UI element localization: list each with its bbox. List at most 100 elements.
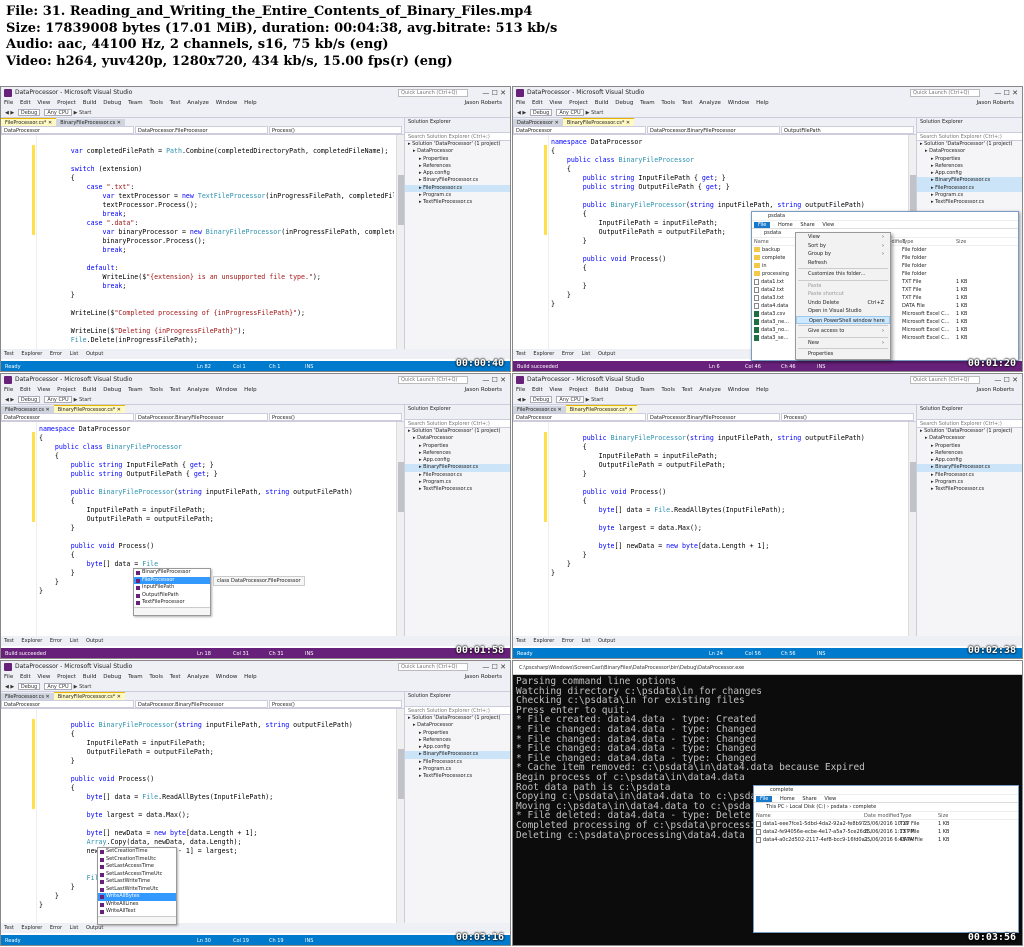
solution-search-input[interactable]: Search Solution Explorer (Ctrl+;) bbox=[405, 133, 510, 141]
tree-node[interactable]: ▸ App.config bbox=[917, 457, 1022, 464]
nav-dropdown[interactable]: Process() bbox=[269, 126, 402, 134]
tree-node[interactable]: ▸ Program.cs bbox=[405, 479, 510, 486]
user-name[interactable]: Jason Roberts bbox=[976, 99, 1014, 108]
bottom-panel-tabs[interactable]: Test Explorer Error List Output bbox=[1, 349, 510, 359]
start-button[interactable]: ▶ Start bbox=[74, 397, 92, 403]
nav-dropdown[interactable]: Process() bbox=[269, 413, 402, 421]
platform-select[interactable]: Any CPU bbox=[44, 683, 72, 690]
bottom-panel-tabs[interactable]: Test Explorer Error List Output bbox=[1, 923, 510, 933]
column-header[interactable]: Type bbox=[902, 238, 913, 246]
intellisense-item[interactable]: SetLastWriteTime bbox=[98, 878, 176, 886]
intellisense-item[interactable]: WriteAllText bbox=[98, 908, 176, 916]
editor-scrollbar[interactable] bbox=[396, 135, 404, 349]
ribbon-tab[interactable]: View bbox=[822, 222, 834, 228]
tree-node[interactable]: ▸ TextFileProcessor.cs bbox=[405, 486, 510, 493]
tree-node[interactable]: ▸ Program.cs bbox=[405, 766, 510, 773]
config-select[interactable]: Debug bbox=[17, 109, 41, 116]
tree-node[interactable]: ▸ Solution 'DataProcessor' (1 project) bbox=[405, 141, 510, 148]
context-menu-item[interactable]: Group by › bbox=[796, 250, 890, 259]
document-tab[interactable]: FileProcessor.cs* ✕ bbox=[1, 118, 57, 126]
nav-back-icon[interactable]: ◀ ▶ bbox=[5, 684, 16, 690]
context-menu[interactable]: View › Sort by › Group by › Refresh Customize t… bbox=[795, 232, 891, 360]
solution-explorer-toolbar[interactable] bbox=[405, 126, 510, 133]
nav-dropdown[interactable]: Process() bbox=[781, 413, 914, 421]
explorer-ribbon[interactable]: File Home Share View bbox=[754, 795, 1018, 803]
tree-node[interactable]: ▸ Properties bbox=[405, 156, 510, 163]
solution-explorer-toolbar[interactable] bbox=[405, 700, 510, 707]
tree-node[interactable]: ▸ FileProcessor.cs bbox=[917, 184, 1022, 193]
tree-node[interactable]: ▸ TextFileProcessor.cs bbox=[917, 199, 1022, 206]
nav-dropdown[interactable]: DataProcessor bbox=[1, 700, 134, 708]
platform-select[interactable]: Any CPU bbox=[556, 396, 584, 403]
tree-node[interactable]: ▸ References bbox=[405, 450, 510, 457]
config-select[interactable]: Debug bbox=[17, 396, 41, 403]
nav-dropdown[interactable]: Process() bbox=[269, 700, 402, 708]
solution-search-input[interactable]: Search Solution Explorer (Ctrl+;) bbox=[917, 420, 1022, 428]
nav-back-icon[interactable]: ◀ ▶ bbox=[517, 397, 528, 403]
user-name[interactable]: Jason Roberts bbox=[464, 386, 502, 395]
context-menu-item[interactable]: Refresh bbox=[796, 259, 890, 268]
ribbon-tab[interactable]: Home bbox=[780, 796, 795, 802]
context-menu-item[interactable]: Open in Visual Studio bbox=[796, 307, 890, 316]
config-select[interactable]: Debug bbox=[529, 396, 553, 403]
context-menu-item[interactable]: Give access to › bbox=[796, 327, 890, 336]
quick-launch-input[interactable]: Quick Launch (Ctrl+Q) bbox=[398, 89, 468, 97]
tree-node[interactable]: ▸ DataProcessor bbox=[405, 148, 510, 155]
context-menu-item[interactable]: Paste bbox=[796, 282, 890, 291]
solution-search-input[interactable]: Search Solution Explorer (Ctrl+;) bbox=[405, 707, 510, 715]
window-controls[interactable]: — ☐ ✕ bbox=[482, 87, 506, 99]
menu-bar[interactable]: File Edit View Project Build Debug Team … bbox=[513, 386, 1022, 395]
tree-node[interactable]: ▸ TextFileProcessor.cs bbox=[917, 486, 1022, 493]
ribbon-tab[interactable]: Share bbox=[802, 796, 816, 802]
tree-node[interactable]: ▸ BinaryFileProcessor.cs bbox=[405, 177, 510, 184]
intellisense-item[interactable]: TextFileProcessor bbox=[134, 599, 210, 607]
tree-node[interactable]: ▸ Properties bbox=[917, 443, 1022, 450]
tree-node[interactable]: ▸ Properties bbox=[405, 730, 510, 737]
ribbon-tab[interactable]: Share bbox=[800, 222, 814, 228]
code-editor[interactable]: var completedFilePath = Path.Combine(com… bbox=[1, 135, 404, 349]
nav-dropdown[interactable]: DataProcessor bbox=[513, 126, 646, 134]
editor-scrollbar[interactable] bbox=[396, 709, 404, 923]
tree-node[interactable]: ▸ FileProcessor.cs bbox=[917, 472, 1022, 479]
explorer-file-row[interactable]: data4-a0c2d502-2117-4ef8-bcc9-16fd0a1...… bbox=[754, 836, 1018, 844]
intellisense-item[interactable]: SetCreationTimeUtc bbox=[98, 856, 176, 864]
user-name[interactable]: Jason Roberts bbox=[464, 99, 502, 108]
solution-explorer-toolbar[interactable] bbox=[917, 126, 1022, 133]
nav-dropdown[interactable]: DataProcessor.FileProcessor bbox=[135, 126, 268, 134]
start-button[interactable]: ▶ Start bbox=[74, 110, 92, 116]
context-menu-item[interactable]: Paste shortcut bbox=[796, 290, 890, 299]
platform-select[interactable]: Any CPU bbox=[44, 109, 72, 116]
ribbon-tab[interactable]: View bbox=[824, 796, 836, 802]
document-tab[interactable]: BinaryFileProcessor.cs* ✕ bbox=[565, 405, 637, 413]
tree-node[interactable]: ▸ References bbox=[405, 737, 510, 744]
intellisense-item[interactable]: SetLastAccessTime bbox=[98, 863, 176, 871]
editor-scrollbar[interactable] bbox=[908, 422, 916, 636]
intellisense-list[interactable]: SetCreationTime SetCreationTimeUtc SetLast… bbox=[97, 847, 177, 925]
explorer-file-row[interactable]: data2-fe94056e-ecbe-4e17-a5a7-5ce26d1...… bbox=[754, 828, 1018, 836]
code-editor[interactable]: public BinaryFileProcessor(string inputF… bbox=[1, 709, 404, 923]
document-tab[interactable]: BinaryFileProcessor.cs* ✕ bbox=[53, 405, 125, 413]
quick-launch-input[interactable]: Quick Launch (Ctrl+Q) bbox=[398, 663, 468, 671]
explorer-ribbon[interactable]: File Home Share View bbox=[752, 221, 1018, 229]
nav-dropdown[interactable]: DataProcessor bbox=[513, 413, 646, 421]
start-button[interactable]: ▶ Start bbox=[586, 110, 604, 116]
column-header[interactable]: Size bbox=[938, 812, 948, 820]
tree-node[interactable]: ▸ Program.cs bbox=[917, 479, 1022, 486]
ribbon-tab[interactable]: Home bbox=[778, 222, 793, 228]
tree-node[interactable]: ▸ DataProcessor bbox=[405, 435, 510, 442]
intellisense-item[interactable]: InputFilePath bbox=[134, 584, 210, 592]
context-menu-item[interactable]: Undo Delete Ctrl+Z bbox=[796, 299, 890, 308]
nav-dropdown[interactable]: OutputFilePath bbox=[781, 126, 914, 134]
editor-scrollbar[interactable] bbox=[396, 422, 404, 636]
tree-node[interactable]: ▸ Solution 'DataProcessor' (1 project) bbox=[917, 428, 1022, 435]
nav-back-icon[interactable]: ◀ ▶ bbox=[5, 110, 16, 116]
menu-bar[interactable]: File Edit View Project Build Debug Team … bbox=[1, 673, 510, 682]
tree-node[interactable]: ▸ App.config bbox=[405, 744, 510, 751]
intellisense-filter-bar[interactable] bbox=[98, 915, 176, 924]
platform-select[interactable]: Any CPU bbox=[556, 109, 584, 116]
tree-node[interactable]: ▸ FileProcessor.cs bbox=[405, 472, 510, 479]
intellisense-item[interactable]: WriteAllBytes bbox=[98, 893, 176, 901]
tree-node[interactable]: ▸ Properties bbox=[405, 443, 510, 450]
tree-node[interactable]: ▸ BinaryFileProcessor.cs bbox=[405, 751, 510, 759]
tree-node[interactable]: ▸ FileProcessor.cs bbox=[405, 184, 510, 193]
